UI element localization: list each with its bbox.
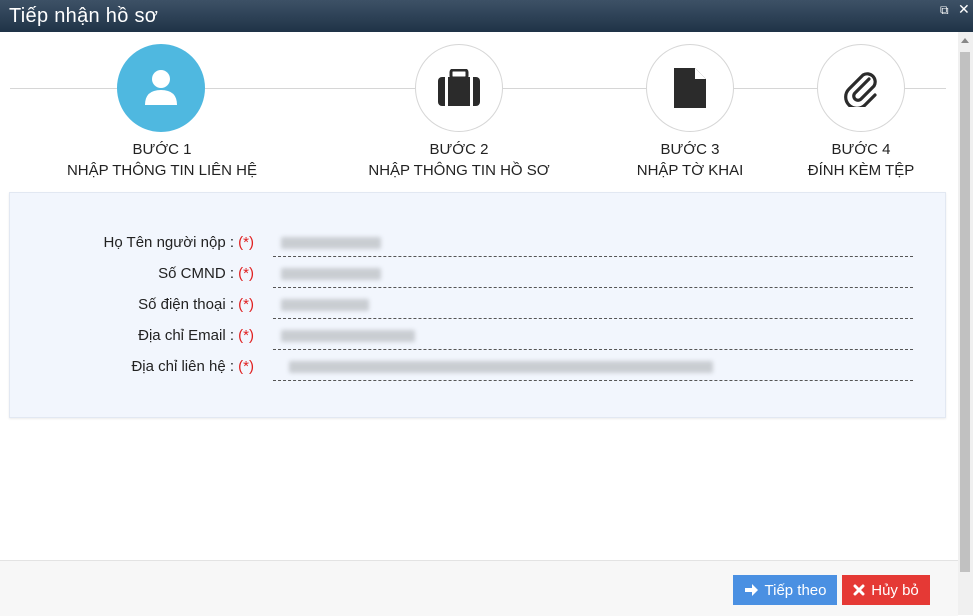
cancel-button[interactable]: Hủy bỏ xyxy=(842,575,930,605)
next-button-label: Tiếp theo xyxy=(764,581,827,599)
fullname-label: Họ Tên người nộp : (*) xyxy=(103,234,254,251)
required-marker: (*) xyxy=(238,327,254,344)
required-marker: (*) xyxy=(238,265,254,282)
step-4-circle[interactable] xyxy=(817,44,905,132)
phone-label: Số điện thoại : (*) xyxy=(138,296,254,313)
phone-field[interactable] xyxy=(273,296,913,319)
step-4-number: BƯỚC 4 xyxy=(831,141,891,158)
form-row-address: Địa chỉ liên hệ : (*) xyxy=(10,358,947,388)
step-4-name: ĐÍNH KÈM TỆP xyxy=(807,162,915,179)
step-1-number: BƯỚC 1 xyxy=(132,141,192,158)
x-icon xyxy=(853,584,865,596)
step-1-label[interactable]: BƯỚC 1 NHẬP THÔNG TIN LIÊN HỆ xyxy=(42,139,282,181)
user-icon xyxy=(145,70,177,105)
briefcase-icon xyxy=(438,69,480,106)
required-marker: (*) xyxy=(238,296,254,313)
required-marker: (*) xyxy=(238,234,254,251)
id-number-field[interactable] xyxy=(273,265,913,288)
step-4-label[interactable]: BƯỚC 4 ĐÍNH KÈM TỆP xyxy=(741,139,973,181)
form-row-id-number: Số CMND : (*) xyxy=(10,265,947,295)
window-title: Tiếp nhận hồ sơ xyxy=(9,5,159,27)
next-button[interactable]: Tiếp theo xyxy=(733,575,837,605)
window-titlebar: Tiếp nhận hồ sơ ⧉ ✕ xyxy=(0,0,973,32)
email-field[interactable] xyxy=(273,327,913,350)
scrollbar-thumb[interactable] xyxy=(960,52,970,572)
paperclip-icon xyxy=(844,72,877,107)
close-icon[interactable]: ✕ xyxy=(958,1,970,18)
step-2-number: BƯỚC 2 xyxy=(429,141,489,158)
cancel-button-label: Hủy bỏ xyxy=(871,581,919,599)
arrow-right-icon xyxy=(744,584,758,596)
fullname-field[interactable] xyxy=(273,234,913,257)
step-2-name: NHẬP THÔNG TIN HỒ SƠ xyxy=(368,162,550,179)
document-icon xyxy=(674,68,706,108)
step-3-circle[interactable] xyxy=(646,44,734,132)
contact-info-form: Họ Tên người nộp : (*) Số CMND : (*) Số … xyxy=(9,192,946,418)
restore-icon[interactable]: ⧉ xyxy=(940,3,949,18)
form-row-phone: Số điện thoại : (*) xyxy=(10,296,947,326)
step-1-name: NHẬP THÔNG TIN LIÊN HỆ xyxy=(66,162,258,179)
id-number-label: Số CMND : (*) xyxy=(158,265,254,282)
vertical-scrollbar[interactable] xyxy=(958,32,973,615)
address-field[interactable] xyxy=(273,358,913,381)
email-label: Địa chỉ Email : (*) xyxy=(138,327,254,344)
step-2-circle[interactable] xyxy=(415,44,503,132)
form-row-fullname: Họ Tên người nộp : (*) xyxy=(10,234,947,264)
form-row-email: Địa chỉ Email : (*) xyxy=(10,327,947,357)
dialog-footer: Tiếp theo Hủy bỏ xyxy=(0,560,958,616)
scroll-up-arrow-icon[interactable] xyxy=(961,38,969,43)
step-1-circle[interactable] xyxy=(117,44,205,132)
step-2-label[interactable]: BƯỚC 2 NHẬP THÔNG TIN HỒ SƠ xyxy=(339,139,579,181)
required-marker: (*) xyxy=(238,358,254,375)
address-label: Địa chỉ liên hệ : (*) xyxy=(131,358,254,375)
